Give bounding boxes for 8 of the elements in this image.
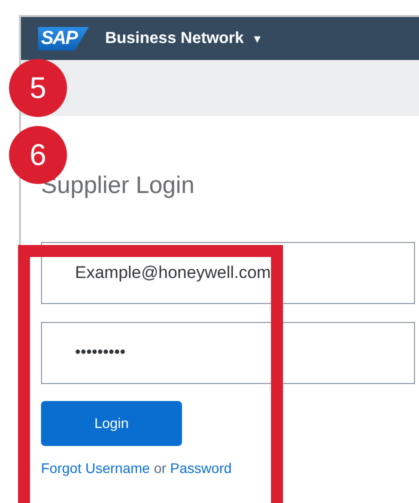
help-link[interactable]: Password bbox=[170, 460, 232, 476]
password-field[interactable]: ••••••••• bbox=[41, 322, 415, 384]
caret-icon[interactable]: ▾ bbox=[254, 28, 261, 48]
logo: SAP bbox=[38, 26, 90, 50]
help-text: Forgot Username or Password bbox=[41, 459, 233, 478]
help-link[interactable]: Forgot Username bbox=[41, 460, 150, 476]
login-button[interactable]: Login bbox=[41, 401, 182, 446]
product-menu[interactable]: Business Network bbox=[105, 26, 244, 50]
